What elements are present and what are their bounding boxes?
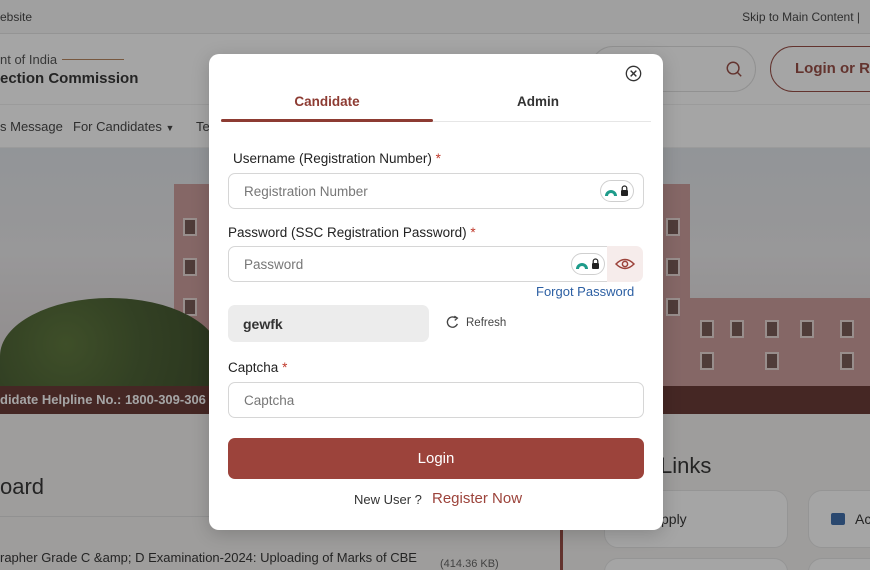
username-placeholder: Registration Number <box>244 184 368 199</box>
required-mark: * <box>282 360 288 375</box>
username-input[interactable]: Registration Number <box>228 173 644 209</box>
password-manager-icon <box>605 185 628 196</box>
register-now-link[interactable]: Register Now <box>432 490 522 507</box>
password-label-text: Password (SSC Registration Password) <box>228 225 467 240</box>
password-input[interactable]: Password <box>228 246 608 282</box>
password-manager-icon[interactable] <box>600 180 634 202</box>
tab-candidate[interactable]: Candidate <box>221 94 433 109</box>
login-modal: Candidate Admin Username (Registration N… <box>209 54 663 530</box>
eye-icon <box>615 258 635 270</box>
captcha-image: gewfk <box>228 305 429 342</box>
captcha-input[interactable]: Captcha <box>228 382 644 418</box>
password-placeholder: Password <box>244 257 304 272</box>
forgot-password-link[interactable]: Forgot Password <box>536 284 634 299</box>
refresh-icon <box>446 315 459 328</box>
new-user-text: New User ? <box>354 492 422 507</box>
active-tab-indicator <box>221 119 433 122</box>
login-button[interactable]: Login <box>228 438 644 479</box>
show-password-button[interactable] <box>607 246 643 282</box>
username-label-text: Username (Registration Number) <box>233 151 432 166</box>
tab-admin[interactable]: Admin <box>433 94 643 109</box>
password-manager-icon <box>576 258 599 269</box>
refresh-label: Refresh <box>466 317 507 329</box>
close-icon[interactable] <box>625 65 642 82</box>
captcha-label-text: Captcha <box>228 360 279 375</box>
required-mark: * <box>470 225 476 240</box>
captcha-placeholder: Captcha <box>244 393 295 408</box>
username-label: Username (Registration Number) * <box>233 151 441 166</box>
password-manager-icon[interactable] <box>571 253 605 275</box>
captcha-label: Captcha * <box>228 360 287 375</box>
password-label: Password (SSC Registration Password) * <box>228 225 476 240</box>
required-mark: * <box>435 151 441 166</box>
